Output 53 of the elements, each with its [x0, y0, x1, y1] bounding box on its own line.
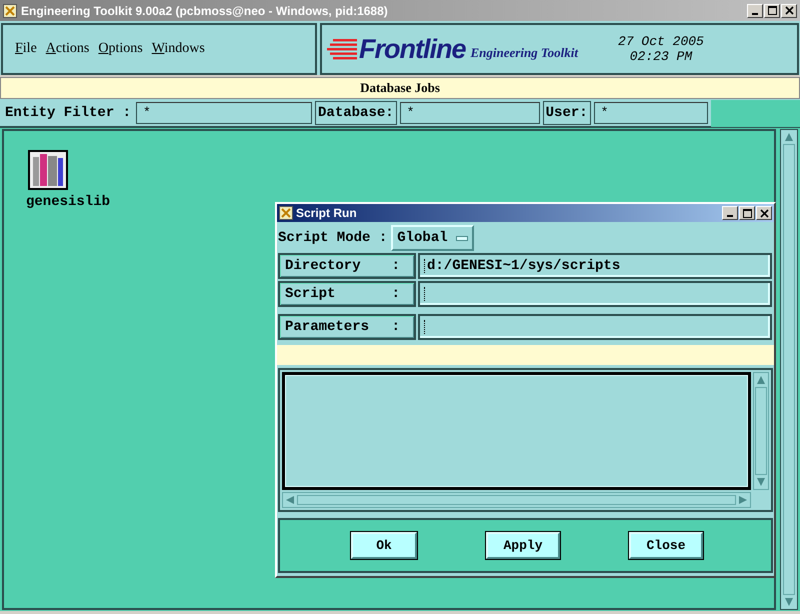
input-field[interactable]: [418, 314, 772, 340]
horizontal-scrollbar[interactable]: [282, 492, 751, 508]
menu-item[interactable]: Options: [98, 41, 143, 57]
close-button[interactable]: [781, 4, 797, 18]
filter-label: Database:: [315, 101, 397, 125]
scroll-down-icon[interactable]: [756, 477, 766, 487]
speed-lines-icon: [327, 38, 357, 60]
minimize-button[interactable]: [722, 206, 738, 220]
maximize-icon: [742, 208, 752, 218]
filter-label: User:: [542, 101, 591, 125]
maximize-button[interactable]: [739, 206, 755, 220]
input-field[interactable]: d:/GENESI~1/sys/scripts: [418, 253, 772, 279]
close-icon: [760, 208, 768, 218]
books-icon[interactable]: [28, 150, 68, 190]
field-label-button[interactable]: Directory :: [278, 253, 416, 279]
mode-dropdown[interactable]: Global: [391, 225, 474, 251]
menu-item[interactable]: Actions: [46, 41, 90, 57]
filter-field[interactable]: *: [400, 102, 540, 124]
menu-item[interactable]: File: [15, 41, 37, 57]
app-icon: [279, 206, 293, 220]
scroll-down-icon[interactable]: [784, 597, 794, 607]
time-text: 02:23 PM: [630, 49, 692, 64]
scroll-left-icon[interactable]: [285, 495, 295, 505]
scroll-up-icon[interactable]: [756, 375, 766, 385]
close-icon: [784, 6, 794, 15]
window-title: Engineering Toolkit 9.00a2 (pcbmoss@neo - Windows, pid:1688): [21, 4, 389, 18]
dialog-button[interactable]: Ok: [351, 532, 417, 559]
field-label-button[interactable]: Script :: [278, 281, 416, 307]
scroll-right-icon[interactable]: [738, 495, 748, 505]
scroll-up-icon[interactable]: [784, 132, 794, 142]
dialog-button[interactable]: Apply: [486, 532, 560, 559]
logo-text: Frontline: [359, 34, 466, 64]
filter-field[interactable]: *: [594, 102, 708, 124]
minimize-button[interactable]: [747, 4, 763, 18]
close-button[interactable]: [756, 206, 772, 220]
date-text: 27 Oct 2005: [618, 34, 704, 49]
desktop-icon-label[interactable]: genesislib: [26, 194, 110, 210]
output-text-area[interactable]: [282, 372, 751, 490]
minimize-icon: [752, 12, 758, 14]
dialog-title: Script Run: [296, 206, 358, 220]
banner-title: Database Jobs: [0, 77, 800, 99]
minimize-icon: [727, 215, 733, 217]
filter-label: Entity Filter :: [4, 104, 132, 123]
dialog-button[interactable]: Close: [629, 532, 703, 559]
maximize-icon: [768, 6, 776, 15]
filter-field[interactable]: *: [136, 102, 312, 124]
logo-subtitle: Engineering Toolkit: [470, 45, 578, 61]
menu-item[interactable]: Windows: [152, 41, 205, 57]
input-field[interactable]: [418, 281, 772, 307]
field-label-button[interactable]: Parameters :: [278, 314, 416, 340]
app-icon: [3, 4, 17, 18]
maximize-button[interactable]: [764, 4, 780, 18]
mode-label: Script Mode :: [278, 230, 388, 246]
